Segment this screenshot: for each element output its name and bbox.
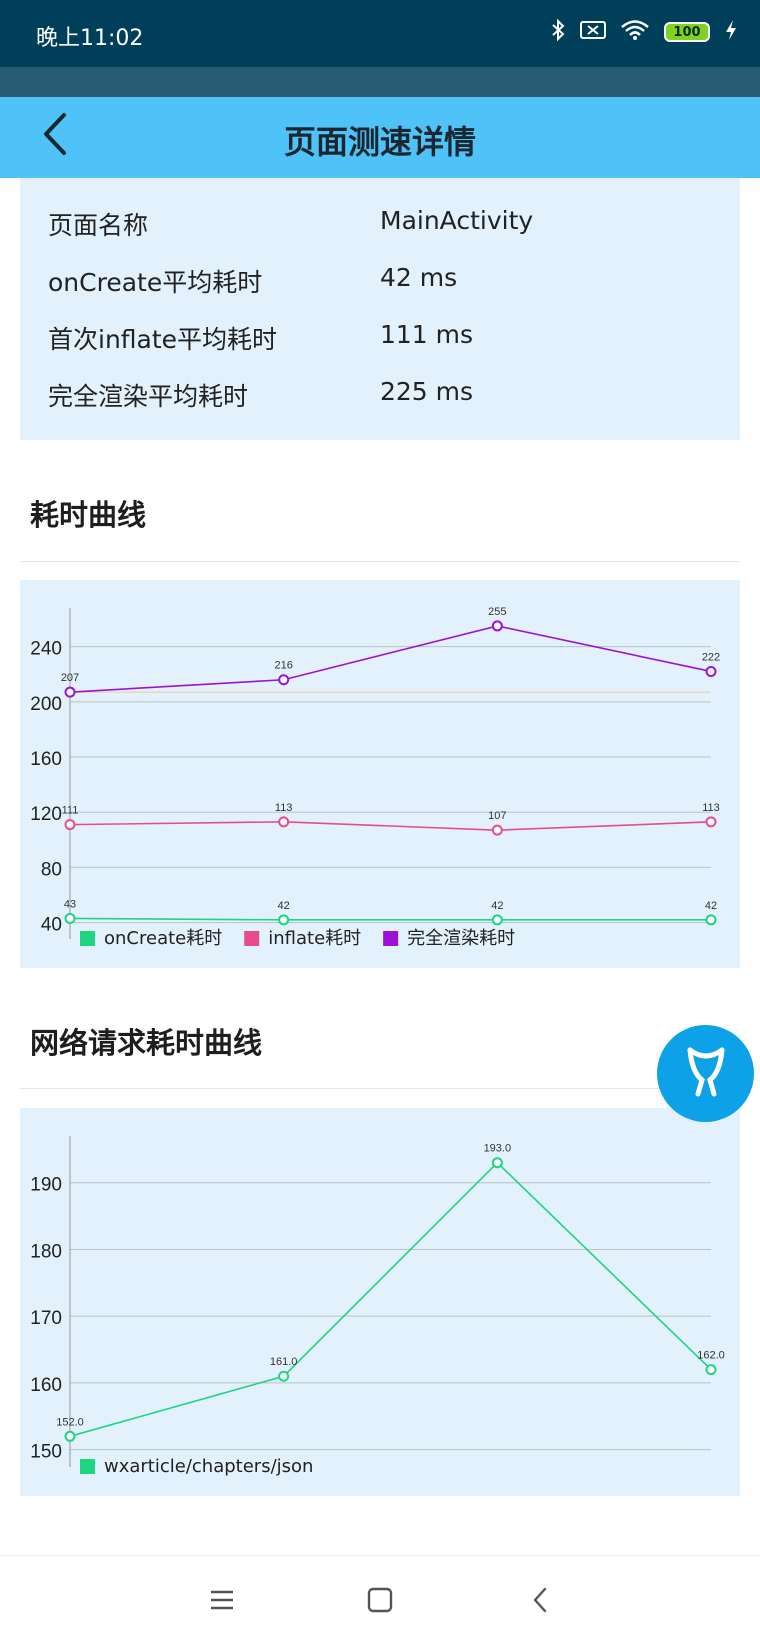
y-tick-label: 160 bbox=[30, 749, 62, 770]
series-line bbox=[69, 1161, 712, 1438]
data-point bbox=[705, 1364, 717, 1376]
data-point bbox=[278, 1370, 290, 1382]
y-tick-label: 160 bbox=[30, 1375, 62, 1396]
data-point bbox=[705, 914, 717, 926]
divider bbox=[20, 561, 740, 562]
bluetooth-icon bbox=[550, 18, 566, 46]
data-label: 111 bbox=[62, 805, 79, 817]
info-card: 页面名称 MainActivity onCreate平均耗时 42 ms 首次i… bbox=[20, 178, 740, 440]
data-label: 107 bbox=[488, 810, 506, 822]
back-icon bbox=[530, 1586, 550, 1618]
series-line bbox=[69, 917, 711, 921]
nav-home-button[interactable] bbox=[356, 1578, 404, 1626]
data-label: 222 bbox=[702, 651, 720, 663]
data-label: 216 bbox=[274, 660, 292, 672]
network-curve-chart-svg: 150 160 170 180 190 152.0 161.0 193.0 162.0 wxart… bbox=[30, 1136, 725, 1477]
data-point bbox=[491, 620, 503, 632]
data-point bbox=[491, 914, 503, 926]
info-row-page-name: 页面名称 MainActivity bbox=[48, 206, 728, 246]
data-point bbox=[64, 912, 76, 924]
info-value: 111 ms bbox=[380, 320, 474, 349]
info-label: 完全渲染平均耗时 bbox=[48, 382, 249, 411]
status-icons: 100 bbox=[550, 18, 738, 46]
y-tick-label: 190 bbox=[30, 1175, 62, 1196]
legend-label: inflate耗时 bbox=[268, 928, 361, 949]
divider bbox=[20, 1088, 740, 1089]
info-label: onCreate平均耗时 bbox=[48, 268, 263, 297]
page-title: 页面测速详情 bbox=[283, 123, 476, 161]
battery-indicator: 100 bbox=[664, 22, 710, 42]
info-row-inflate: 首次inflate平均耗时 111 ms bbox=[48, 320, 728, 360]
system-nav-bar bbox=[0, 1555, 760, 1647]
section-title-time-curve: 耗时曲线 bbox=[30, 498, 147, 532]
square-icon bbox=[367, 1587, 393, 1617]
time-curve-chart: 40 80 120 160 200 240 43 42 42 42 111 113 107 113 207 2… bbox=[20, 580, 740, 968]
data-point bbox=[64, 819, 76, 831]
info-value: 42 ms bbox=[380, 263, 458, 292]
data-point bbox=[278, 674, 290, 686]
data-label: 207 bbox=[61, 672, 79, 684]
data-point bbox=[705, 665, 717, 677]
charging-icon bbox=[724, 19, 738, 45]
y-tick-label: 80 bbox=[41, 859, 62, 880]
data-point bbox=[705, 816, 717, 828]
floating-action-button[interactable] bbox=[657, 1025, 754, 1122]
network-curve-chart: 150 160 170 180 190 152.0 161.0 193.0 162.0 wxart… bbox=[20, 1108, 740, 1496]
sim-off-icon bbox=[580, 20, 606, 44]
data-point bbox=[64, 686, 76, 698]
info-label: 首次inflate平均耗时 bbox=[48, 325, 278, 354]
data-point bbox=[491, 824, 503, 836]
info-value: MainActivity bbox=[380, 206, 534, 235]
series-line bbox=[69, 625, 712, 693]
legend-label: onCreate耗时 bbox=[104, 928, 222, 949]
data-label: 43 bbox=[64, 898, 76, 910]
status-bar: 晚上11:02 100 bbox=[0, 0, 760, 67]
data-label: 42 bbox=[705, 900, 717, 912]
legend-swatch bbox=[383, 931, 399, 946]
info-value: 225 ms bbox=[380, 377, 474, 406]
legend-label: wxarticle/chapters/json bbox=[104, 1456, 313, 1477]
status-time: 晚上11:02 bbox=[36, 26, 144, 51]
data-label: 162.0 bbox=[697, 1350, 725, 1362]
data-point bbox=[64, 1430, 76, 1442]
data-point bbox=[491, 1157, 503, 1169]
data-label: 113 bbox=[702, 802, 720, 814]
data-label: 255 bbox=[488, 606, 506, 618]
y-tick-label: 40 bbox=[41, 915, 62, 936]
section-title-network-curve: 网络请求耗时曲线 bbox=[30, 1026, 263, 1060]
y-tick-label: 180 bbox=[30, 1241, 62, 1262]
data-label: 42 bbox=[491, 900, 503, 912]
info-row-render: 完全渲染平均耗时 225 ms bbox=[48, 377, 728, 417]
legend-swatch bbox=[80, 931, 95, 946]
app-bar: 页面测速详情 bbox=[0, 97, 760, 178]
time-curve-chart-svg: 40 80 120 160 200 240 43 42 42 42 111 113 107 113 207 2… bbox=[30, 606, 720, 949]
y-tick-label: 150 bbox=[30, 1442, 62, 1463]
nav-menu-button[interactable] bbox=[198, 1578, 246, 1626]
series-line bbox=[69, 821, 712, 831]
y-tick-label: 170 bbox=[30, 1308, 62, 1329]
wifi-icon bbox=[620, 19, 650, 45]
data-label: 161.0 bbox=[270, 1356, 298, 1368]
info-row-oncreate: onCreate平均耗时 42 ms bbox=[48, 263, 728, 303]
y-tick-label: 200 bbox=[30, 694, 62, 715]
y-tick-label: 240 bbox=[30, 639, 62, 660]
menu-icon bbox=[209, 1588, 235, 1616]
y-tick-label: 120 bbox=[30, 804, 62, 825]
data-point bbox=[278, 914, 290, 926]
data-label: 113 bbox=[275, 802, 293, 814]
data-label: 152.0 bbox=[56, 1416, 84, 1428]
app-logo-icon bbox=[676, 1042, 736, 1106]
legend-label: 完全渲染耗时 bbox=[407, 928, 515, 949]
status-sub-bar bbox=[0, 67, 760, 97]
nav-back-button[interactable] bbox=[516, 1578, 564, 1626]
data-label: 42 bbox=[278, 900, 290, 912]
info-label: 页面名称 bbox=[48, 211, 149, 240]
data-label: 193.0 bbox=[484, 1143, 512, 1155]
legend-swatch bbox=[244, 931, 260, 946]
data-point bbox=[278, 816, 290, 828]
legend-swatch bbox=[80, 1459, 95, 1474]
